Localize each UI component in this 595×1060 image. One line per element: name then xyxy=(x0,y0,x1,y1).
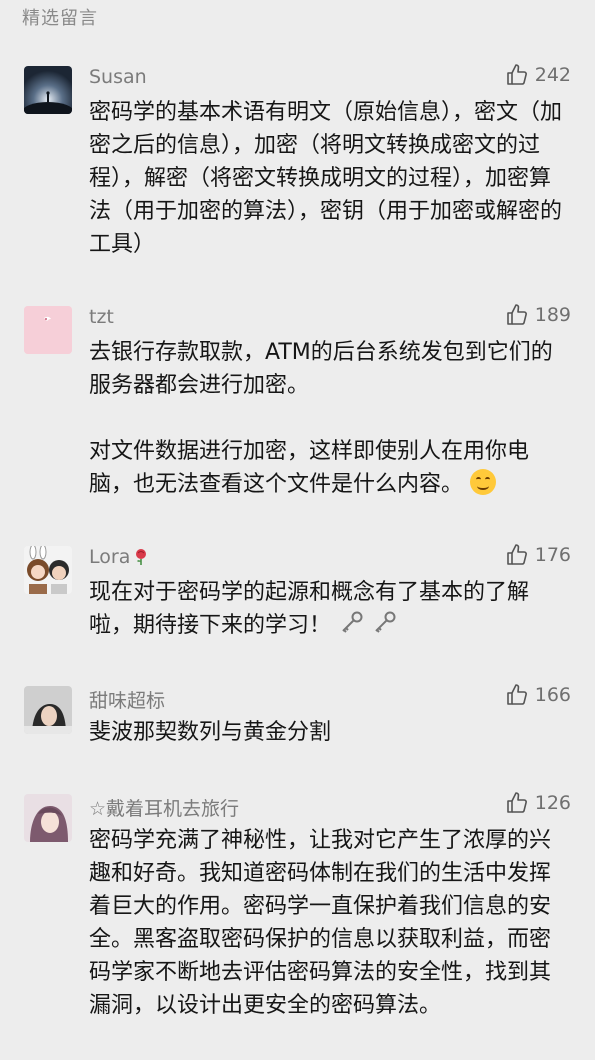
thumbs-up-icon xyxy=(506,544,527,565)
commenter-name[interactable]: 甜味超标 xyxy=(89,686,165,713)
comment-paragraph: 去银行存款取款，ATM的后台系统发包到它们的服务器都会进行加密。 xyxy=(89,340,553,398)
like-button[interactable]: 126 xyxy=(505,791,571,815)
comment-text: 斐波那契数列与黄金分割 xyxy=(89,716,569,749)
like-button[interactable]: 189 xyxy=(505,303,571,327)
avatar[interactable] xyxy=(24,66,72,114)
avatar[interactable] xyxy=(24,546,72,594)
commenter-name[interactable]: tzt xyxy=(89,306,114,328)
commenter-name-text: Lora xyxy=(89,546,131,568)
like-button[interactable]: 176 xyxy=(505,543,571,567)
comment-paragraph: 对文件数据进行加密，这样即使别人在用你电脑，也无法查看这个文件是什么内容。 xyxy=(89,439,530,497)
like-button[interactable]: 166 xyxy=(505,683,571,707)
comment-text: 现在对于密码学的起源和概念有了基本的了解啦，期待接下来的学习！ xyxy=(89,576,569,642)
like-count: 242 xyxy=(534,64,571,86)
comment-text: 密码学的基本术语有明文（原始信息），密文（加密之后的信息），加密（将明文转换成密… xyxy=(89,96,569,261)
commenter-name[interactable]: ☆戴着耳机去旅行 xyxy=(89,794,239,821)
comment-paragraph: 斐波那契数列与黄金分割 xyxy=(89,720,332,745)
comment-paragraph: 密码学充满了神秘性，让我对它产生了浓厚的兴趣和好奇。我知道密码体制在我们的生活中… xyxy=(89,828,552,1018)
avatar[interactable] xyxy=(24,794,72,842)
avatar[interactable] xyxy=(24,306,72,354)
comment-text: 去银行存款取款，ATM的后台系统发包到它们的服务器都会进行加密。 对文件数据进行… xyxy=(89,336,569,501)
thumbs-up-icon xyxy=(506,792,527,813)
section-title: 精选留言 xyxy=(22,8,98,29)
comment-paragraph: 现在对于密码学的起源和概念有了基本的了解啦，期待接下来的学习！ xyxy=(89,580,530,638)
smile-emoji-icon xyxy=(470,469,497,495)
commenter-name[interactable]: Lora xyxy=(89,546,150,568)
avatar[interactable] xyxy=(24,686,72,734)
comment-paragraph: 密码学的基本术语有明文（原始信息），密文（加密之后的信息），加密（将明文转换成密… xyxy=(89,100,563,257)
key-icon xyxy=(375,611,396,633)
thumbs-up-icon xyxy=(506,684,527,705)
thumbs-up-icon xyxy=(506,64,527,85)
thumbs-up-icon xyxy=(506,304,527,325)
like-count: 189 xyxy=(534,304,571,326)
commenter-name[interactable]: Susan xyxy=(89,66,147,88)
comment-text: 密码学充满了神秘性，让我对它产生了浓厚的兴趣和好奇。我知道密码体制在我们的生活中… xyxy=(89,824,569,1022)
key-icon xyxy=(342,611,363,633)
like-count: 166 xyxy=(534,684,571,706)
like-count: 176 xyxy=(534,544,571,566)
like-button[interactable]: 242 xyxy=(505,63,571,87)
rose-icon xyxy=(136,549,147,565)
like-count: 126 xyxy=(534,792,571,814)
